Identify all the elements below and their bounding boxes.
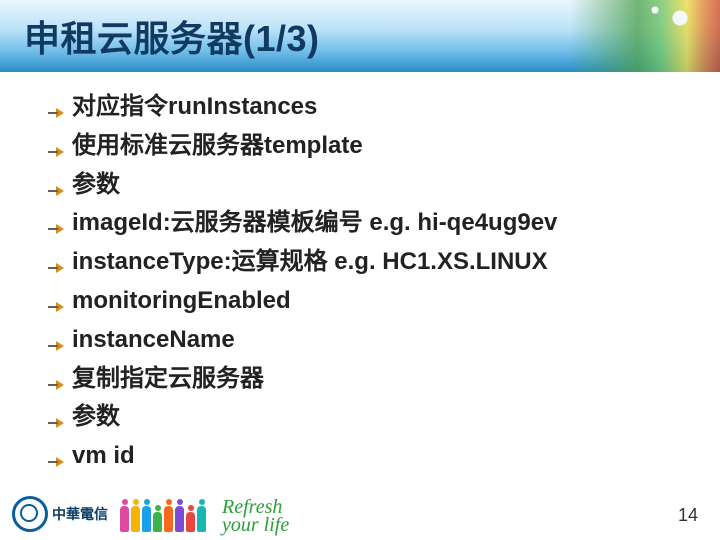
logo-mark-icon (12, 496, 48, 532)
list-item: monitoringEnabled (48, 284, 692, 319)
item-text: 参数 (72, 400, 120, 435)
page-number: 14 (678, 505, 698, 526)
bullet-icon (48, 378, 66, 392)
item-text: monitoringEnabled (72, 284, 291, 319)
slide-body: 对应指令runInstances 使用标准云服务器template 参数 ima… (0, 72, 720, 474)
item-text: 使用标准云服务器template (72, 129, 363, 164)
list-item: vm id (48, 439, 692, 474)
item-text: instanceType:运算规格 e.g. HC1.XS.LINUX (72, 245, 548, 280)
slogan-line2: your life (222, 516, 289, 534)
bullet-icon (48, 455, 66, 469)
bullet-icon (48, 261, 66, 275)
bullet-icon (48, 106, 66, 120)
item-text: 复制指定云服务器 (72, 362, 264, 397)
bullet-icon (48, 416, 66, 430)
bullet-icon (48, 300, 66, 314)
item-text: 对应指令runInstances (72, 90, 317, 125)
item-text: 参数 (72, 168, 120, 203)
list-item: 参数 (48, 168, 692, 203)
list-item: instanceType:运算规格 e.g. HC1.XS.LINUX (48, 245, 692, 280)
list-item: 参数 (48, 400, 692, 435)
slide-header: 申租云服务器(1/3) (0, 0, 720, 72)
bullet-icon (48, 222, 66, 236)
list-item: 对应指令runInstances (48, 90, 692, 125)
list-item: 复制指定云服务器 (48, 362, 692, 397)
company-logo: 中華電信 (12, 496, 108, 532)
bullet-icon (48, 145, 66, 159)
bullet-icon (48, 184, 66, 198)
list-item: 使用标准云服务器template (48, 129, 692, 164)
item-text: vm id (72, 439, 135, 474)
item-text: instanceName (72, 323, 235, 358)
list-item: imageId:云服务器模板编号 e.g. hi-qe4ug9ev (48, 206, 692, 241)
slide-footer: 中華電信 Refresh your life 14 (0, 486, 720, 540)
slide-title: 申租云服务器(1/3) (24, 10, 320, 62)
company-name: 中華電信 (52, 504, 108, 524)
slogan: Refresh your life (222, 498, 289, 534)
bullet-icon (48, 339, 66, 353)
item-text: imageId:云服务器模板编号 e.g. hi-qe4ug9ev (72, 206, 557, 241)
list-item: instanceName (48, 323, 692, 358)
people-graphic-icon (120, 506, 206, 532)
